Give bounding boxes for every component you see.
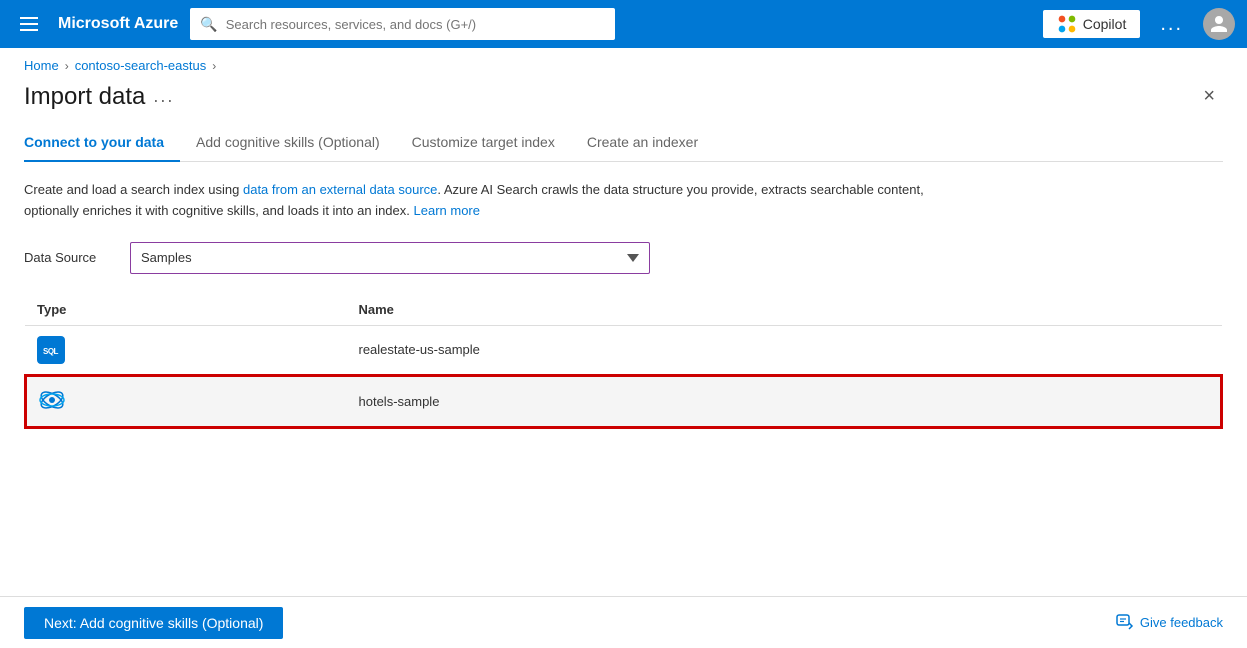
breadcrumb-separator-2: › [212, 59, 216, 73]
cosmos-icon [38, 386, 66, 414]
feedback-icon [1116, 614, 1134, 632]
breadcrumb-separator-1: › [65, 59, 69, 73]
tabs-container: Connect to your data Add cognitive skill… [24, 124, 1223, 162]
brand-name: Microsoft Azure [58, 15, 178, 33]
search-input[interactable] [226, 17, 605, 32]
close-button[interactable]: × [1195, 81, 1223, 112]
search-icon: 🔍 [200, 16, 217, 33]
tab-skills[interactable]: Add cognitive skills (Optional) [180, 124, 396, 162]
breadcrumb-home[interactable]: Home [24, 58, 59, 73]
page-title-row: Import data ... [24, 83, 174, 111]
copilot-label: Copilot [1083, 16, 1127, 32]
table-row[interactable]: SQL realestate-us-sample [25, 325, 1222, 375]
user-avatar[interactable] [1203, 8, 1235, 40]
feedback-link[interactable]: Give feedback [1116, 614, 1223, 632]
hamburger-menu[interactable] [12, 13, 46, 35]
svg-text:SQL: SQL [43, 347, 59, 356]
page-header: Import data ... × [24, 81, 1223, 112]
breadcrumb-resource[interactable]: contoso-search-eastus [75, 58, 207, 73]
row2-type [25, 375, 347, 428]
data-source-select[interactable]: Samples Azure SQL Azure Cosmos DB Azure … [130, 242, 650, 274]
main-content: Import data ... × Connect to your data A… [0, 73, 1247, 429]
sql-icon: SQL [37, 336, 65, 364]
col-name: Name [347, 294, 1223, 326]
description-link-index[interactable]: data from an external data source [243, 182, 437, 197]
page-more-button[interactable]: ... [153, 86, 174, 107]
col-type: Type [25, 294, 347, 326]
tab-indexer[interactable]: Create an indexer [571, 124, 714, 162]
table-row-selected[interactable]: hotels-sample [25, 375, 1222, 428]
footer: Next: Add cognitive skills (Optional) Gi… [0, 596, 1247, 648]
tab-index[interactable]: Customize target index [396, 124, 571, 162]
feedback-label: Give feedback [1140, 615, 1223, 630]
table-header-row: Type Name [25, 294, 1222, 326]
breadcrumb: Home › contoso-search-eastus › [0, 48, 1247, 73]
data-source-label: Data Source [24, 250, 114, 265]
next-button[interactable]: Next: Add cognitive skills (Optional) [24, 607, 283, 639]
row1-name: realestate-us-sample [347, 325, 1223, 375]
row1-type: SQL [25, 325, 347, 375]
data-table-wrapper: Type Name SQL realestate-us-sample [24, 294, 1223, 429]
search-bar[interactable]: 🔍 [190, 8, 614, 40]
description-text: Create and load a search index using dat… [24, 180, 974, 222]
row2-name: hotels-sample [347, 375, 1223, 428]
top-navigation: Microsoft Azure 🔍 Copilot ... [0, 0, 1247, 48]
nav-more-button[interactable]: ... [1152, 9, 1191, 40]
data-table: Type Name SQL realestate-us-sample [24, 294, 1223, 429]
tab-connect[interactable]: Connect to your data [24, 124, 180, 162]
data-source-row: Data Source Samples Azure SQL Azure Cosm… [24, 242, 1223, 274]
learn-more-link[interactable]: Learn more [414, 203, 480, 218]
page-title: Import data [24, 83, 145, 111]
copilot-button[interactable]: Copilot [1043, 10, 1141, 38]
